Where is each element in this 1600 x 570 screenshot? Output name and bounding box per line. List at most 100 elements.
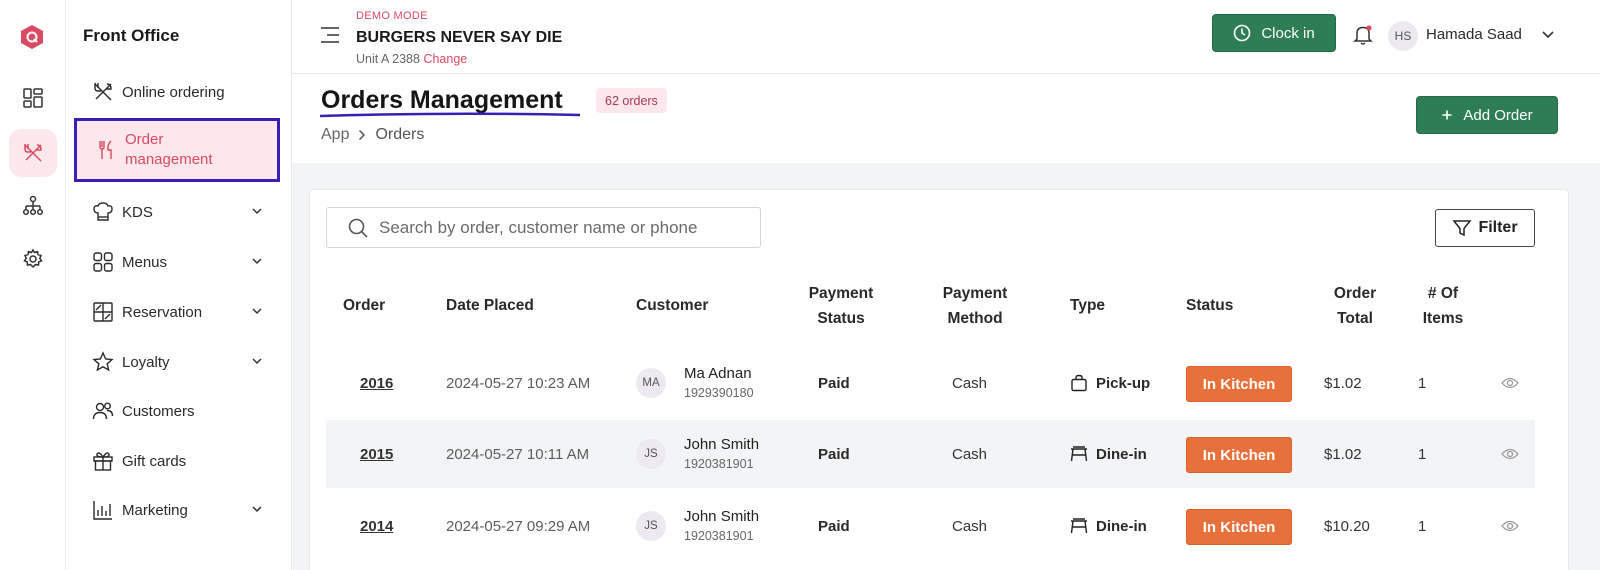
column-header-date[interactable]: Date Placed xyxy=(446,293,534,318)
column-header-order[interactable]: Order xyxy=(343,293,385,318)
sidebar-item-loyalty[interactable]: Loyalty xyxy=(74,350,280,374)
demo-mode-label: DEMO MODE xyxy=(356,10,428,22)
sidebar-item-kds[interactable]: KDS xyxy=(74,200,280,224)
bar-chart-icon xyxy=(93,501,112,520)
customer-avatar: MA xyxy=(636,368,666,398)
sidebar-item-marketing[interactable]: Marketing xyxy=(74,498,280,522)
order-number-link[interactable]: 2014 xyxy=(360,492,393,560)
sidebar-item-online-ordering[interactable]: Online ordering xyxy=(74,80,280,104)
customer-name: Ma Adnan xyxy=(684,365,752,382)
view-eye-icon[interactable] xyxy=(1501,349,1519,417)
sidebar-item-label: Online ordering xyxy=(122,83,225,101)
plus-icon xyxy=(1442,110,1452,120)
order-type: Dine-in xyxy=(1070,492,1147,560)
payment-status: Paid xyxy=(818,374,850,392)
view-eye-icon[interactable] xyxy=(1501,492,1519,560)
users-icon xyxy=(92,402,114,420)
breadcrumb-app[interactable]: App xyxy=(321,126,349,144)
order-type: Dine-in xyxy=(1070,420,1147,488)
column-header-payment-method[interactable]: Payment Method xyxy=(930,281,1020,331)
unit-label: Unit A 2388 xyxy=(356,52,420,66)
order-number-link[interactable]: 2015 xyxy=(360,420,393,488)
table-row[interactable]: 2014 2024-05-27 09:29 AM JS John Smith 1… xyxy=(326,492,1535,560)
payment-status: Paid xyxy=(818,445,850,463)
sidebar: Front Office Online ordering Order manag… xyxy=(66,0,292,570)
sidebar-item-menus[interactable]: Menus xyxy=(74,250,280,274)
filter-button[interactable]: Filter xyxy=(1435,209,1535,247)
payment-status: Paid xyxy=(818,517,850,535)
notification-bell-icon[interactable] xyxy=(1352,24,1374,46)
table-row[interactable]: 2016 2024-05-27 10:23 AM MA Ma Adnan 192… xyxy=(326,349,1535,417)
chevron-down-icon[interactable] xyxy=(1542,31,1554,39)
sidebar-item-label: Menus xyxy=(122,253,168,271)
sidebar-title: Front Office xyxy=(83,26,180,45)
column-header-status[interactable]: Status xyxy=(1186,293,1233,318)
add-order-button[interactable]: Add Order xyxy=(1416,96,1558,134)
view-eye-icon[interactable] xyxy=(1501,420,1519,488)
status-badge: In Kitchen xyxy=(1186,366,1292,402)
sidebar-item-label: Gift cards xyxy=(122,452,187,470)
order-number-link[interactable]: 2016 xyxy=(360,349,393,417)
customer-phone: 1920381901 xyxy=(684,529,754,543)
column-header-total[interactable]: Order Total xyxy=(1320,281,1390,331)
search-input[interactable] xyxy=(379,217,749,238)
customer-avatar: JS xyxy=(636,439,666,469)
organization-icon[interactable] xyxy=(9,182,57,230)
breadcrumb: App Orders xyxy=(321,126,424,144)
search-box[interactable] xyxy=(326,207,761,248)
column-header-customer[interactable]: Customer xyxy=(636,293,708,318)
front-office-icon[interactable] xyxy=(9,129,57,177)
column-header-payment-status[interactable]: Payment Status xyxy=(796,281,886,331)
order-type-label: Pick-up xyxy=(1096,374,1151,392)
sidebar-item-reservation[interactable]: Reservation xyxy=(74,300,280,324)
icon-rail xyxy=(0,0,66,570)
gift-icon xyxy=(93,452,113,471)
order-total: $10.20 xyxy=(1324,517,1370,535)
payment-method: Cash xyxy=(952,374,988,392)
breadcrumb-orders: Orders xyxy=(375,126,425,143)
customer-name: John Smith xyxy=(684,508,760,525)
sidebar-item-label: Loyalty xyxy=(122,353,170,371)
chevron-down-icon xyxy=(252,258,262,265)
add-order-label: Add Order xyxy=(1463,106,1533,124)
chef-hat-icon xyxy=(93,202,113,221)
top-bar: DEMO MODE BURGERS NEVER SAY DIE Unit A 2… xyxy=(292,0,1600,74)
customer-info: John Smith 1920381901 xyxy=(684,420,759,488)
dashboard-icon[interactable] xyxy=(9,74,57,122)
chevron-down-icon xyxy=(252,308,262,315)
sidebar-item-gift-cards[interactable]: Gift cards xyxy=(74,449,280,473)
fork-knife-icon xyxy=(99,140,112,159)
payment-method: Cash xyxy=(952,517,988,535)
order-date: 2024-05-27 09:29 AM xyxy=(446,517,591,535)
clock-in-button[interactable]: Clock in xyxy=(1212,14,1336,52)
sidebar-item-order-management[interactable]: Order management xyxy=(74,118,280,182)
customer-info: Ma Adnan 1929390180 xyxy=(684,349,754,417)
customer-phone: 1929390180 xyxy=(684,386,754,400)
sidebar-item-label: Reservation xyxy=(122,303,203,321)
customer-avatar: JS xyxy=(636,511,666,541)
table-row[interactable]: 2015 2024-05-27 10:11 AM JS John Smith 1… xyxy=(326,420,1535,488)
change-unit-link[interactable]: Change xyxy=(423,52,467,66)
app-logo-icon[interactable] xyxy=(20,24,44,50)
column-header-items[interactable]: # Of Items xyxy=(1410,281,1476,331)
sidebar-item-label: Order management xyxy=(125,131,213,168)
title-annotation-underline xyxy=(318,111,583,119)
unit-info: Unit A 2388 Change xyxy=(356,52,467,66)
bag-icon xyxy=(1071,374,1087,392)
order-count-badge: 62 orders xyxy=(596,88,667,113)
order-total: $1.02 xyxy=(1324,374,1362,392)
chevron-right-icon xyxy=(359,129,366,141)
settings-gear-icon[interactable] xyxy=(9,235,57,283)
menu-toggle-icon[interactable] xyxy=(320,26,340,44)
clock-icon xyxy=(1234,24,1251,42)
order-type-label: Dine-in xyxy=(1096,445,1147,463)
user-avatar[interactable]: HS xyxy=(1388,21,1418,51)
utensils-icon xyxy=(94,83,112,101)
filter-label: Filter xyxy=(1478,219,1518,236)
column-header-type[interactable]: Type xyxy=(1070,293,1105,318)
item-count: 1 xyxy=(1418,374,1427,392)
sidebar-item-customers[interactable]: Customers xyxy=(74,399,280,423)
chevron-down-icon xyxy=(252,208,262,215)
filter-icon xyxy=(1452,220,1472,237)
user-name[interactable]: Hamada Saad xyxy=(1426,26,1522,43)
